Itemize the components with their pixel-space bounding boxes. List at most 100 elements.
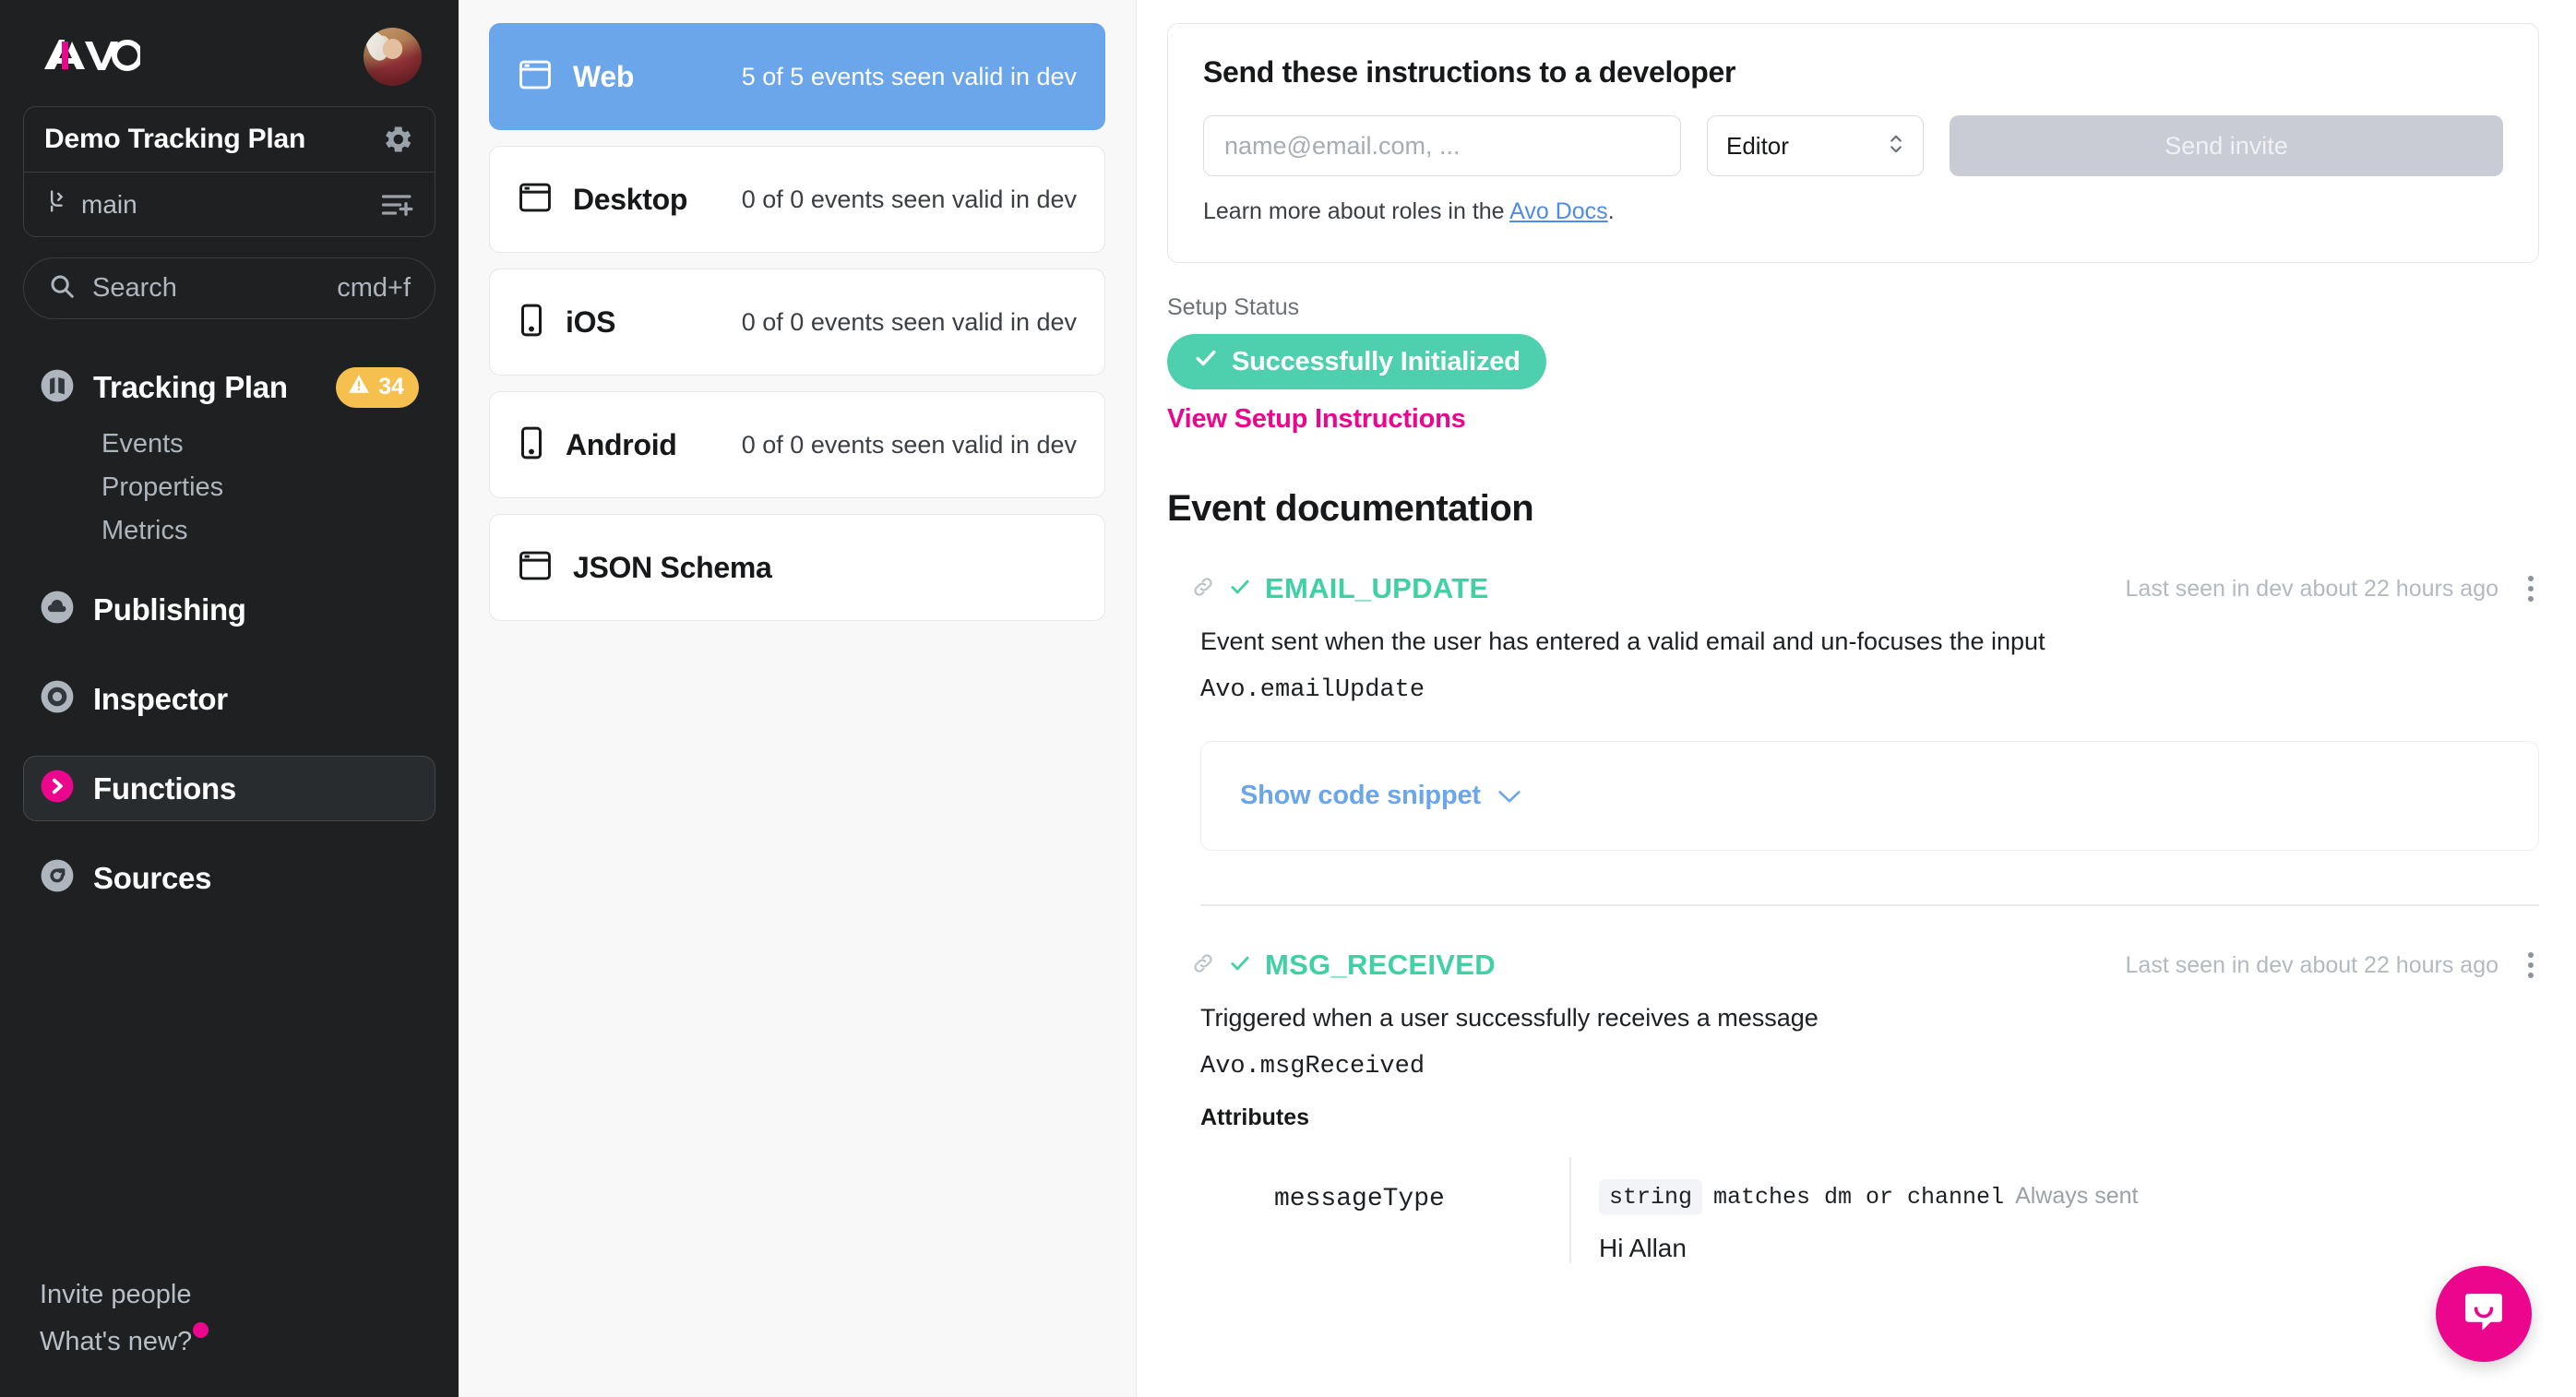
sidebar-header [23, 0, 435, 106]
link-icon[interactable] [1191, 575, 1215, 603]
browser-window-icon [518, 59, 553, 95]
app-root: Demo Tracking Plan main [0, 0, 2576, 1397]
branch-row[interactable]: main [24, 172, 435, 236]
event-last-seen: Last seen in dev about 22 hours ago [2126, 576, 2498, 603]
avo-docs-link[interactable]: Avo Docs [1509, 198, 1608, 224]
warning-triangle-icon [347, 372, 371, 402]
attribute-constraint: matches dm or channel [1713, 1184, 2004, 1211]
platform-list: Web 5 of 5 events seen valid in dev Desk… [459, 0, 1137, 1397]
browser-window-icon [518, 182, 553, 218]
notification-dot [193, 1322, 209, 1338]
event-name[interactable]: MSG_RECEIVED [1265, 949, 1496, 982]
event-menu-button[interactable] [2522, 570, 2539, 607]
sidebar-item-label: Inspector [93, 682, 228, 717]
gear-icon[interactable] [381, 123, 414, 156]
send-invite-button[interactable]: Send invite [1950, 115, 2503, 176]
sidebar-item-properties[interactable]: Properties [23, 466, 435, 509]
search-placeholder: Search [92, 273, 177, 304]
attribute-type: string [1599, 1179, 1702, 1215]
chat-bubble-icon [2460, 1288, 2508, 1341]
sidebar-item-inspector[interactable]: Inspector [23, 666, 435, 732]
chat-launcher-button[interactable] [2436, 1266, 2532, 1362]
sidebar-item-label: Tracking Plan [93, 370, 288, 405]
link-icon[interactable] [1191, 951, 1215, 980]
event-block-msg-received: MSG_RECEIVED Last seen in dev about 22 h… [1167, 906, 2539, 1263]
sidebar-item-label: Publishing [93, 592, 246, 627]
check-icon [1228, 951, 1252, 980]
setup-status-label: Setup Status [1167, 294, 2539, 321]
event-menu-button[interactable] [2522, 947, 2539, 984]
platform-count: 0 of 0 events seen valid in dev [742, 308, 1077, 337]
invite-note-prefix: Learn more about roles in the [1203, 198, 1509, 224]
event-block-email-update: EMAIL_UPDATE Last seen in dev about 22 h… [1167, 530, 2539, 906]
search-input[interactable]: Search cmd+f [23, 257, 435, 319]
check-icon [1193, 345, 1219, 378]
invite-developer-card: Send these instructions to a developer E… [1167, 23, 2539, 263]
browser-window-icon [518, 550, 553, 586]
platform-card-web[interactable]: Web 5 of 5 events seen valid in dev [489, 23, 1105, 130]
invite-note: Learn more about roles in the Avo Docs. [1203, 198, 2503, 225]
show-code-snippet-toggle[interactable]: Show code snippet [1240, 781, 1521, 811]
status-badge: Successfully Initialized [1167, 334, 1546, 389]
platform-card-android[interactable]: Android 0 of 0 events seen valid in dev [489, 391, 1105, 498]
code-snippet-card: Show code snippet [1200, 741, 2539, 851]
platform-card-ios[interactable]: iOS 0 of 0 events seen valid in dev [489, 269, 1105, 376]
invite-title: Send these instructions to a developer [1203, 55, 2503, 90]
attribute-presence: Always sent [2015, 1183, 2138, 1210]
email-field[interactable] [1203, 115, 1681, 176]
event-description: Event sent when the user has entered a v… [1167, 607, 2539, 656]
sidebar-item-label: Functions [93, 771, 236, 806]
search-shortcut: cmd+f [337, 273, 411, 304]
sidebar-nav: Tracking Plan 34 Events Properties Metri… [23, 354, 435, 911]
plan-row[interactable]: Demo Tracking Plan [24, 107, 435, 172]
platform-name: Web [573, 60, 634, 94]
check-icon [1228, 575, 1252, 603]
platform-count: 0 of 0 events seen valid in dev [742, 185, 1077, 214]
user-avatar[interactable] [364, 28, 422, 86]
event-code-reference: Avo.emailUpdate [1167, 656, 2539, 704]
sidebar-item-metrics[interactable]: Metrics [23, 509, 435, 553]
attribute-value: Hi Allan [1599, 1215, 2539, 1263]
event-code-reference: Avo.msgReceived [1167, 1033, 2539, 1081]
event-name[interactable]: EMAIL_UPDATE [1265, 572, 1488, 605]
attribute-details: string matches dm or channel Always sent… [1569, 1157, 2539, 1263]
platform-name: JSON Schema [573, 551, 771, 585]
platform-card-desktop[interactable]: Desktop 0 of 0 events seen valid in dev [489, 146, 1105, 253]
plan-name: Demo Tracking Plan [44, 124, 305, 155]
add-to-list-icon[interactable] [381, 191, 414, 219]
invite-note-suffix: . [1608, 198, 1615, 224]
sidebar-item-label: Sources [93, 861, 211, 896]
whats-new-link[interactable]: What's new? [40, 1319, 192, 1366]
mobile-phone-icon [518, 425, 545, 465]
sidebar-subnav-tracking-plan: Events Properties Metrics [23, 421, 435, 553]
cloud-upload-icon [40, 590, 75, 629]
platform-count: 0 of 0 events seen valid in dev [742, 431, 1077, 460]
chevron-right-circle-icon [40, 769, 75, 808]
status-text: Successfully Initialized [1232, 347, 1521, 377]
branch-name: main [81, 190, 137, 220]
view-setup-instructions-link[interactable]: View Setup Instructions [1167, 404, 2539, 435]
platform-name: iOS [566, 305, 615, 340]
sidebar-item-functions[interactable]: Functions [23, 756, 435, 821]
event-description: Triggered when a user successfully recei… [1167, 984, 2539, 1033]
sidebar-footer: Invite people What's new? [23, 1272, 435, 1397]
platform-card-json-schema[interactable]: JSON Schema [489, 514, 1105, 621]
invite-people-link[interactable]: Invite people [40, 1272, 191, 1319]
sidebar-item-events[interactable]: Events [23, 423, 435, 466]
attributes-label: Attributes [1167, 1081, 2539, 1131]
avo-logo[interactable] [37, 29, 140, 85]
attributes-table: messageType string matches dm or channel… [1200, 1157, 2539, 1263]
setup-status-section: Setup Status Successfully Initialized Vi… [1167, 294, 2539, 435]
source-arrow-icon [40, 858, 75, 898]
page-title: Event documentation [1167, 488, 2539, 530]
sidebar-item-tracking-plan[interactable]: Tracking Plan 34 [23, 354, 435, 421]
show-code-snippet-label: Show code snippet [1240, 781, 1481, 811]
badge-count: 34 [378, 374, 404, 400]
sidebar-item-sources[interactable]: Sources [23, 845, 435, 911]
status-badge[interactable]: 34 [336, 367, 419, 408]
sidebar-item-publishing[interactable]: Publishing [23, 577, 435, 642]
platform-name: Desktop [573, 183, 687, 217]
role-select[interactable]: Editor [1707, 115, 1924, 176]
event-last-seen: Last seen in dev about 22 hours ago [2126, 952, 2498, 979]
target-icon [40, 679, 75, 719]
